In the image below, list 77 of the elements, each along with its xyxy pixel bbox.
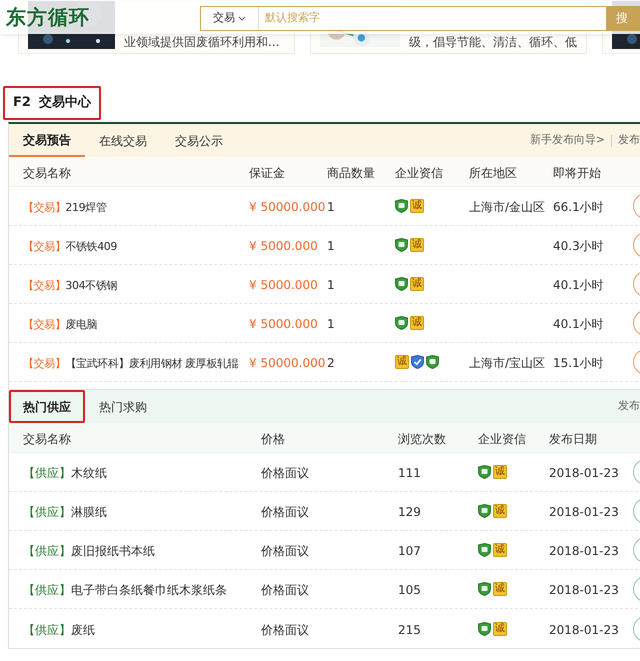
trade-name[interactable]: 【交易】【宝武环科】废利用钢材 废厚板轧辊 (23, 357, 238, 370)
table-cell: 2018-01-23 (549, 544, 619, 558)
table-cell: 1 (327, 317, 335, 331)
trade-name[interactable]: 【交易】不锈铁409 (23, 240, 118, 253)
table-cell: 107 (398, 544, 421, 558)
publish-link[interactable]: 发布 (618, 132, 640, 149)
table-cell: 40.3小时 (553, 239, 604, 253)
publish-link[interactable]: 新手发布向导> (530, 132, 605, 149)
table-cell: 1 (327, 278, 335, 292)
table-cell: 2018-01-23 (549, 505, 619, 519)
table-cell: 2018-01-23 (549, 466, 619, 480)
supply-name[interactable]: 【供应】废旧报纸书本纸 (23, 544, 155, 558)
column-header: 交易名称 (23, 432, 71, 446)
table-cell: 66.1小时 (553, 200, 604, 214)
publish-link[interactable]: 发布 (618, 398, 640, 415)
credit-badge: 诚 (493, 465, 507, 479)
table-cell: 价格面议 (261, 622, 309, 636)
table-cell: 40.1小时 (553, 317, 604, 331)
column-header: 保证金 (249, 166, 285, 180)
column-header: 企业资信 (395, 166, 443, 180)
trade-name[interactable]: 【交易】废电脑 (23, 318, 98, 331)
section-heading: F2 交易中心 (3, 86, 101, 120)
table-cell: 105 (398, 583, 421, 597)
site-logo[interactable]: 东方循环 (6, 2, 90, 32)
trade-name[interactable]: 【交易】219焊管 (23, 201, 106, 214)
column-header: 交易名称 (23, 166, 71, 180)
tab[interactable]: 交易公示 (161, 124, 237, 157)
tab[interactable]: 热门求购 (85, 390, 161, 423)
table-cell: 2018-01-23 (549, 622, 619, 636)
credit-badge: 诚 (410, 277, 424, 291)
credit-badge: 诚 (395, 355, 409, 369)
column-header: 发布日期 (549, 432, 597, 446)
credit-badge: 诚 (410, 199, 424, 213)
table-cell: 129 (398, 505, 421, 519)
supply-name[interactable]: 【供应】木纹纸 (23, 466, 107, 480)
credit-badge: 诚 (493, 504, 507, 518)
table-cell: ¥ 50000.000 (249, 200, 326, 214)
table-cell: ¥ 5000.000 (249, 239, 318, 253)
category-dropdown[interactable]: 交易 (201, 6, 259, 30)
credit-badge: 诚 (493, 543, 507, 557)
table-cell: 上海市/金山区 (469, 200, 546, 214)
column-header: 价格 (261, 432, 285, 446)
table-cell: 价格面议 (261, 583, 309, 597)
tab[interactable]: 热门供应 (9, 390, 85, 423)
table-cell: 1 (327, 239, 335, 253)
table-cell: 15.1小时 (553, 356, 604, 370)
table-cell: ¥ 50000.000 (249, 356, 326, 370)
column-header: 浏览次数 (398, 432, 446, 446)
supply-name[interactable]: 【供应】淋膜纸 (23, 505, 107, 519)
promo-text: 级，倡导节能、清洁、循环、低 (409, 34, 577, 50)
tab[interactable]: 在线交易 (85, 124, 161, 157)
table-cell: 40.1小时 (553, 278, 604, 292)
table-cell: 215 (398, 622, 421, 636)
table-cell: 1 (327, 200, 335, 214)
table-cell: 价格面议 (261, 544, 309, 558)
table-cell: 2018-01-23 (549, 583, 619, 597)
trade-name[interactable]: 【交易】304不锈钢 (23, 279, 118, 292)
table-cell: 2 (327, 356, 335, 370)
credit-badge: 诚 (410, 238, 424, 252)
column-header: 即将开始 (553, 166, 601, 180)
promo-text: 业领域提供固废循环利用和... (124, 34, 280, 50)
table-cell: 上海市/宝山区 (469, 356, 546, 370)
table-cell: ¥ 5000.000 (249, 278, 318, 292)
table-cell: 价格面议 (261, 505, 309, 519)
table-cell: 价格面议 (261, 466, 309, 480)
column-header: 所在地区 (469, 166, 517, 180)
supply-name[interactable]: 【供应】电子带白条纸餐巾纸木浆纸条 (23, 583, 227, 597)
credit-badge: 诚 (493, 622, 507, 636)
credit-badge: 诚 (493, 582, 507, 596)
column-header: 企业资信 (478, 432, 526, 446)
supply-name[interactable]: 【供应】废纸 (23, 622, 95, 636)
table-cell: ¥ 5000.000 (249, 317, 318, 331)
column-header: 商品数量 (327, 166, 375, 180)
table-cell: 111 (398, 466, 421, 480)
search-input[interactable]: 默认搜索字 (259, 6, 606, 30)
search-field[interactable]: 交易 默认搜索字 搜 (200, 6, 640, 30)
credit-badge: 诚 (410, 316, 424, 330)
